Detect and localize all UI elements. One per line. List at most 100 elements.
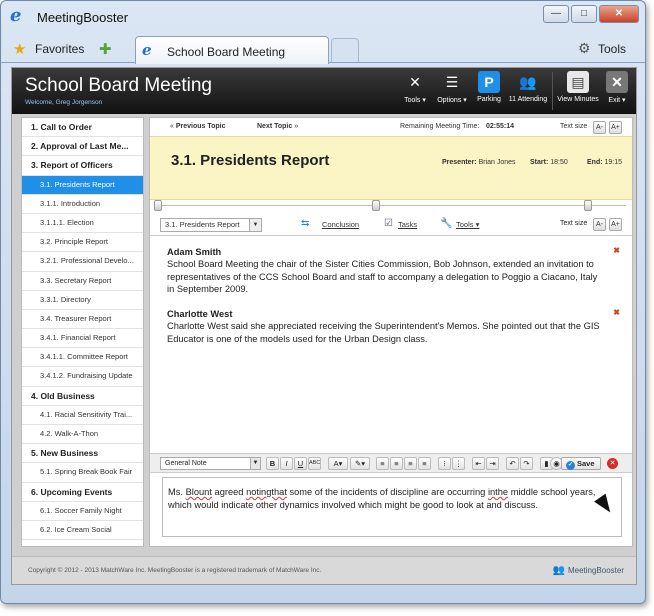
copyright-text: Copyright © 2012 - 2013 MatchWare Inc. M…: [28, 567, 322, 574]
note-style-select[interactable]: General Note ▼: [160, 457, 261, 470]
redo-button[interactable]: ↷: [520, 457, 533, 470]
sidebar-item[interactable]: 3. Report of Officers: [22, 156, 143, 176]
tab-bar: ★ Favorites ✚ e School Board Meeting ⚙ T…: [1, 33, 645, 64]
sidebar-item[interactable]: 3.2.1. Professional Develo...: [22, 252, 143, 272]
next-topic-link[interactable]: Next Topic »: [257, 123, 298, 130]
new-tab-button[interactable]: [331, 38, 359, 62]
text-size-increase-button[interactable]: A+: [609, 218, 622, 231]
sidebar-item[interactable]: 3.4.1.2. Fundraising Update: [22, 367, 143, 387]
header-parking-button[interactable]: P Parking: [472, 71, 506, 111]
maximize-button[interactable]: □: [571, 5, 597, 23]
people-icon: 👥: [519, 74, 537, 90]
outdent-button[interactable]: ⇤: [472, 457, 485, 470]
topic-panel: « Previous Topic Next Topic » Remaining …: [149, 117, 633, 547]
sidebar-item[interactable]: 5. New Business: [22, 444, 143, 464]
sidebar-item[interactable]: 3.3.1. Directory: [22, 291, 143, 310]
wrench-icon: ✕: [409, 74, 421, 90]
sidebar-item[interactable]: 7. Closing Remarks: [22, 540, 143, 546]
app-footer: Copyright © 2012 - 2013 MatchWare Inc. M…: [12, 556, 636, 584]
sidebar-item[interactable]: 1. Call to Order: [22, 118, 143, 138]
indent-button[interactable]: ⇥: [486, 457, 499, 470]
delete-note-icon[interactable]: ✖: [613, 308, 620, 317]
agenda-sidebar: 1. Call to Order 2. Approval of Last Me..…: [21, 117, 144, 547]
sidebar-item[interactable]: 3.4.1. Financial Report: [22, 329, 143, 349]
header-exit-button[interactable]: ✕ Exit ▾: [602, 71, 632, 111]
ie-logo-icon: e: [10, 5, 22, 26]
sidebar-item[interactable]: 4.1. Racial Sensitivity Trai...: [22, 406, 143, 425]
favorites-button[interactable]: Favorites: [35, 42, 84, 56]
parking-icon: P: [478, 71, 500, 93]
justify-button[interactable]: ≡: [418, 457, 431, 470]
note-text: School Board Meeting the chair of the Si…: [167, 259, 598, 295]
chevron-down-icon: ▼: [250, 458, 260, 469]
minimize-button[interactable]: —: [543, 5, 569, 23]
align-center-button[interactable]: ≡: [390, 457, 403, 470]
sidebar-item[interactable]: 6.1. Soccer Family Night: [22, 502, 143, 521]
align-right-button[interactable]: ≡: [404, 457, 417, 470]
bold-button[interactable]: B: [266, 457, 279, 470]
note-text: Charlotte West said she appreciated rece…: [167, 321, 600, 344]
sidebar-item[interactable]: 6.2. Ice Cream Social: [22, 521, 143, 541]
brand-logo: 👥 MeetingBooster: [552, 565, 624, 576]
cancel-button[interactable]: ✕: [607, 458, 618, 469]
italic-button[interactable]: I: [280, 457, 293, 470]
time-slider[interactable]: [150, 200, 632, 212]
browser-tab[interactable]: e School Board Meeting: [135, 36, 329, 64]
bullet-list-button[interactable]: ⁝: [438, 457, 451, 470]
add-favorite-icon[interactable]: ✚: [99, 40, 112, 58]
text-size-decrease-button[interactable]: A-: [593, 218, 606, 231]
tools-menu[interactable]: Tools: [598, 42, 626, 56]
header-options-button[interactable]: ☰ Options ▾: [432, 71, 472, 111]
slider-handle[interactable]: [154, 200, 162, 211]
sidebar-item[interactable]: 3.1.1. Introduction: [22, 195, 143, 214]
sidebar-item[interactable]: 3.1. Presidents Report: [22, 175, 143, 195]
note-item: Adam Smith School Board Meeting the chai…: [167, 246, 607, 296]
previous-topic-link[interactable]: « Previous Topic: [170, 123, 226, 130]
conclusion-link[interactable]: Conclusion: [322, 220, 359, 229]
welcome-text: Welcome, Greg Jorgenson: [25, 99, 103, 106]
start-time: Start: 18:50: [530, 159, 568, 166]
title-bar: e MeetingBooster — □ ✕: [1, 1, 645, 33]
tab-title: School Board Meeting: [167, 45, 286, 59]
sidebar-item[interactable]: 3.2. Principle Report: [22, 233, 143, 253]
tasks-link[interactable]: Tasks: [398, 220, 417, 229]
save-button[interactable]: ✓ Save: [561, 457, 601, 470]
text-size-increase-button[interactable]: A+: [609, 121, 622, 134]
sidebar-item[interactable]: 4. Old Business: [22, 387, 143, 406]
sidebar-item[interactable]: 2. Approval of Last Me...: [22, 137, 143, 157]
topic-select[interactable]: 3.1. Presidents Report ▼: [160, 218, 262, 232]
window-controls: — □ ✕: [543, 5, 639, 23]
sidebar-item[interactable]: 6. Upcoming Events: [22, 483, 143, 502]
note-author: Adam Smith: [167, 247, 222, 257]
undo-button[interactable]: ↶: [506, 457, 519, 470]
sidebar-item[interactable]: 3.4. Treasurer Report: [22, 310, 143, 330]
header-tools-button[interactable]: ✕ Tools ▾: [398, 71, 432, 111]
note-editor[interactable]: Ms. Blount agreed notingthat some of the…: [162, 477, 622, 537]
header-view-minutes-button[interactable]: ▤ View Minutes: [554, 71, 602, 111]
font-color-button[interactable]: A▾: [328, 457, 348, 470]
sidebar-item[interactable]: 3.4.1.1. Committee Report: [22, 348, 143, 368]
favorites-star-icon[interactable]: ★: [13, 40, 26, 58]
underline-button[interactable]: U: [294, 457, 307, 470]
strikethrough-button[interactable]: ABC: [308, 457, 321, 470]
slider-handle[interactable]: [372, 200, 380, 211]
gear-icon[interactable]: ⚙: [578, 40, 591, 57]
highlight-button[interactable]: ✎▾: [350, 457, 370, 470]
chevron-down-icon: ▼: [249, 219, 261, 231]
sidebar-item[interactable]: 5.1. Spring Break Book Fair: [22, 463, 143, 483]
misspelled-word: inthe: [487, 487, 509, 497]
sidebar-item[interactable]: 4.2. Walk-A-Thon: [22, 425, 143, 445]
sidebar-item[interactable]: 3.3. Secretary Report: [22, 272, 143, 291]
page-title: School Board Meeting: [25, 75, 212, 96]
slider-handle[interactable]: [584, 200, 592, 211]
note-item: Charlotte West Charlotte West said she a…: [167, 308, 607, 345]
text-size-label: Text size: [560, 220, 588, 227]
tools-link[interactable]: Tools ▾: [456, 220, 479, 229]
text-size-decrease-button[interactable]: A-: [593, 121, 606, 134]
delete-note-icon[interactable]: ✖: [613, 246, 620, 255]
header-attending-button[interactable]: 👥 11 Attending: [506, 71, 550, 111]
sidebar-item[interactable]: 3.1.1.1. Election: [22, 214, 143, 234]
numbered-list-button[interactable]: ⋮: [452, 457, 465, 470]
align-left-button[interactable]: ≡: [376, 457, 389, 470]
close-button[interactable]: ✕: [599, 5, 639, 23]
